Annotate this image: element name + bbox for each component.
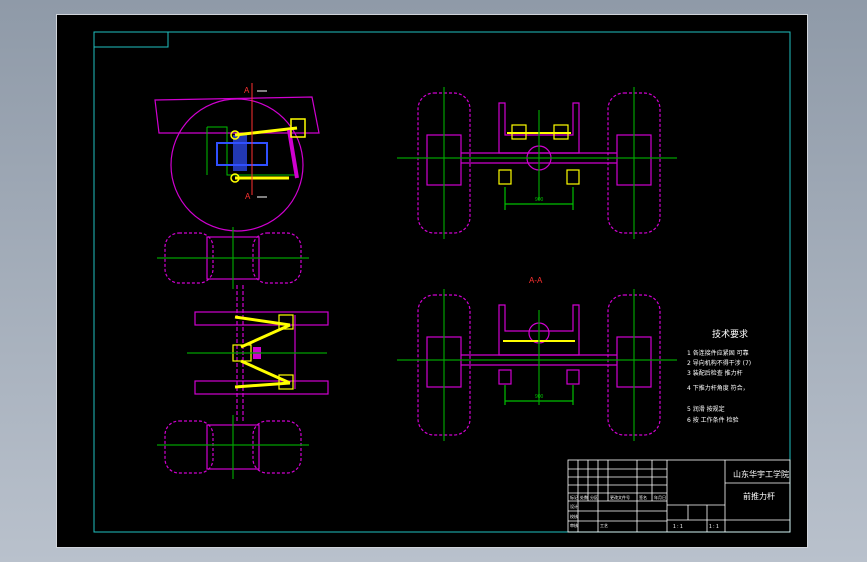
tech-note: 2 导向机构不得干涉 (7) bbox=[687, 359, 751, 367]
section-marker-top: A bbox=[244, 86, 250, 95]
row-label: 审核 bbox=[570, 522, 578, 528]
sheet-label: 1 : 1 bbox=[709, 524, 719, 530]
right-top-axle-view bbox=[397, 87, 677, 239]
left-top-view: A A bbox=[154, 83, 320, 232]
header-label: 签名 bbox=[639, 494, 647, 500]
section-marker-bottom: A bbox=[245, 192, 251, 201]
row-label: 校核 bbox=[570, 513, 578, 519]
drawing-frame bbox=[93, 31, 791, 533]
school-name: 山东华宇工学院 bbox=[733, 469, 789, 479]
row-label: 工艺 bbox=[600, 523, 608, 528]
header-label: 标记 bbox=[570, 494, 578, 500]
row-label: 设计 bbox=[570, 503, 578, 509]
technical-requirements: 技术要求 1 各连接件应紧固 可靠 2 导向机构不得干涉 (7) 3 装配后检查… bbox=[687, 328, 751, 424]
cad-viewport[interactable]: A A 900 A-A 900 技术要求 1 各连接件应紧固 可靠 2 导向机构… bbox=[56, 14, 808, 548]
left-axle-view bbox=[157, 227, 329, 479]
dimension-top: 900 bbox=[535, 197, 544, 203]
tech-note: 1 各连接件应紧固 可靠 bbox=[687, 349, 749, 357]
header-label: 更改文件号 bbox=[610, 494, 630, 500]
scale-label: 1 : 1 bbox=[673, 524, 683, 530]
tech-note: 4 下推力杆角度 符合， bbox=[687, 384, 749, 392]
right-bottom-axle-view bbox=[397, 289, 677, 441]
cad-drawing: A A 900 A-A 900 技术要求 1 各连接件应紧固 可靠 2 导向机构… bbox=[93, 31, 791, 533]
header-label: 处数 bbox=[580, 494, 588, 500]
part-name: 前推力杆 bbox=[743, 491, 775, 501]
tech-title: 技术要求 bbox=[712, 328, 748, 340]
dimension-bottom: 900 bbox=[535, 394, 544, 400]
section-label: A-A bbox=[529, 276, 543, 285]
tech-note: 6 按 工作条件 检验 bbox=[687, 416, 739, 424]
tech-note: 3 装配后检查 推力杆 bbox=[687, 369, 743, 377]
header-label: 分区 bbox=[590, 494, 598, 500]
header-label: 年月日 bbox=[654, 494, 666, 500]
tech-note: 5 润滑 按规定 bbox=[687, 405, 725, 413]
